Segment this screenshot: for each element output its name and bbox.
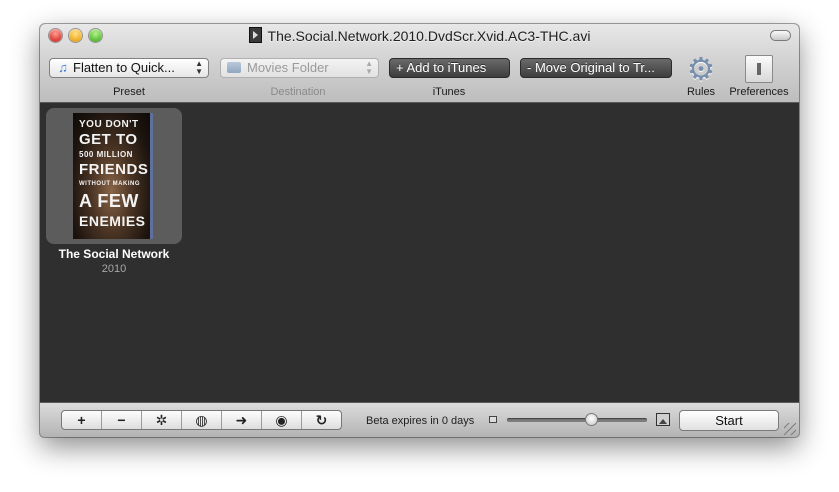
window-title-bar: The.Social.Network.2010.DvdScr.Xvid.AC3-… [40,27,799,45]
large-image-icon [656,413,670,426]
destination-value: Movies Folder [247,60,329,75]
poster-text: FRIENDS [79,161,149,178]
movie-title: The Social Network [58,247,170,261]
movie-file-icon [248,27,262,43]
start-button[interactable]: Start [679,410,779,431]
app-window: The.Social.Network.2010.DvdScr.Xvid.AC3-… [40,24,799,437]
slider-knob[interactable] [584,413,598,426]
preset-popup[interactable]: ♫ Flatten to Quick... ▲ ▼ [49,58,209,78]
popup-arrows-icon: ▲ ▼ [365,59,373,76]
folder-icon [227,62,241,73]
preset-value: Flatten to Quick... [73,60,175,75]
add-to-itunes-button[interactable]: + Add to iTunes [389,58,510,78]
beta-expiry-text: Beta expires in 0 days [366,415,475,427]
popup-arrows-icon: ▲ ▼ [195,59,203,76]
preview-eye-icon[interactable]: ◉ [262,411,302,429]
destination-label: Destination [270,86,326,98]
search-icon[interactable]: ◍ [182,411,222,429]
bottom-bar: + − ✲ ◍ ➜ ◉ ↻ Beta expires in 0 days Sta… [40,402,799,437]
movie-item[interactable]: YOU DON'T GET TO 500 MILLION FRIENDS WIT… [46,108,182,244]
add-button[interactable]: + [62,411,102,429]
window-title: The.Social.Network.2010.DvdScr.Xvid.AC3-… [267,28,591,44]
itunes-label: iTunes [432,86,466,98]
poster-text: ENEMIES [79,213,146,229]
music-note-icon: ♫ [58,60,68,75]
preferences-switch-icon[interactable] [745,55,773,83]
movie-grid: YOU DON'T GET TO 500 MILLION FRIENDS WIT… [40,103,799,402]
poster-text: WITHOUT MAKING [79,181,140,187]
rules-label: Rules [686,86,716,98]
poster-text: YOU DON'T [79,119,139,130]
poster-text: 500 MILLION [79,150,133,159]
remove-button[interactable]: − [102,411,142,429]
toolbar: The.Social.Network.2010.DvdScr.Xvid.AC3-… [40,24,799,103]
preset-label: Preset [113,86,145,98]
resize-grip-icon[interactable] [784,423,796,435]
action-button-group: + − ✲ ◍ ➜ ◉ ↻ [61,410,342,430]
movie-year: 2010 [101,263,127,275]
toolbar-toggle-button[interactable] [771,31,790,40]
move-original-button[interactable]: - Move Original to Tr... [520,58,672,78]
small-image-icon [489,416,497,423]
refresh-icon[interactable]: ↻ [302,411,341,429]
preferences-label: Preferences [729,86,789,98]
destination-popup[interactable]: Movies Folder ▲ ▼ [220,58,379,78]
settings-gear-icon[interactable]: ✲ [142,411,182,429]
rules-gear-icon[interactable]: ⚙ [685,53,717,85]
poster-text: A FEW [79,191,139,211]
thumbnail-size-slider[interactable] [507,418,647,422]
forward-arrow-icon[interactable]: ➜ [222,411,262,429]
poster-text: GET TO [79,131,138,148]
movie-poster: YOU DON'T GET TO 500 MILLION FRIENDS WIT… [73,113,153,239]
